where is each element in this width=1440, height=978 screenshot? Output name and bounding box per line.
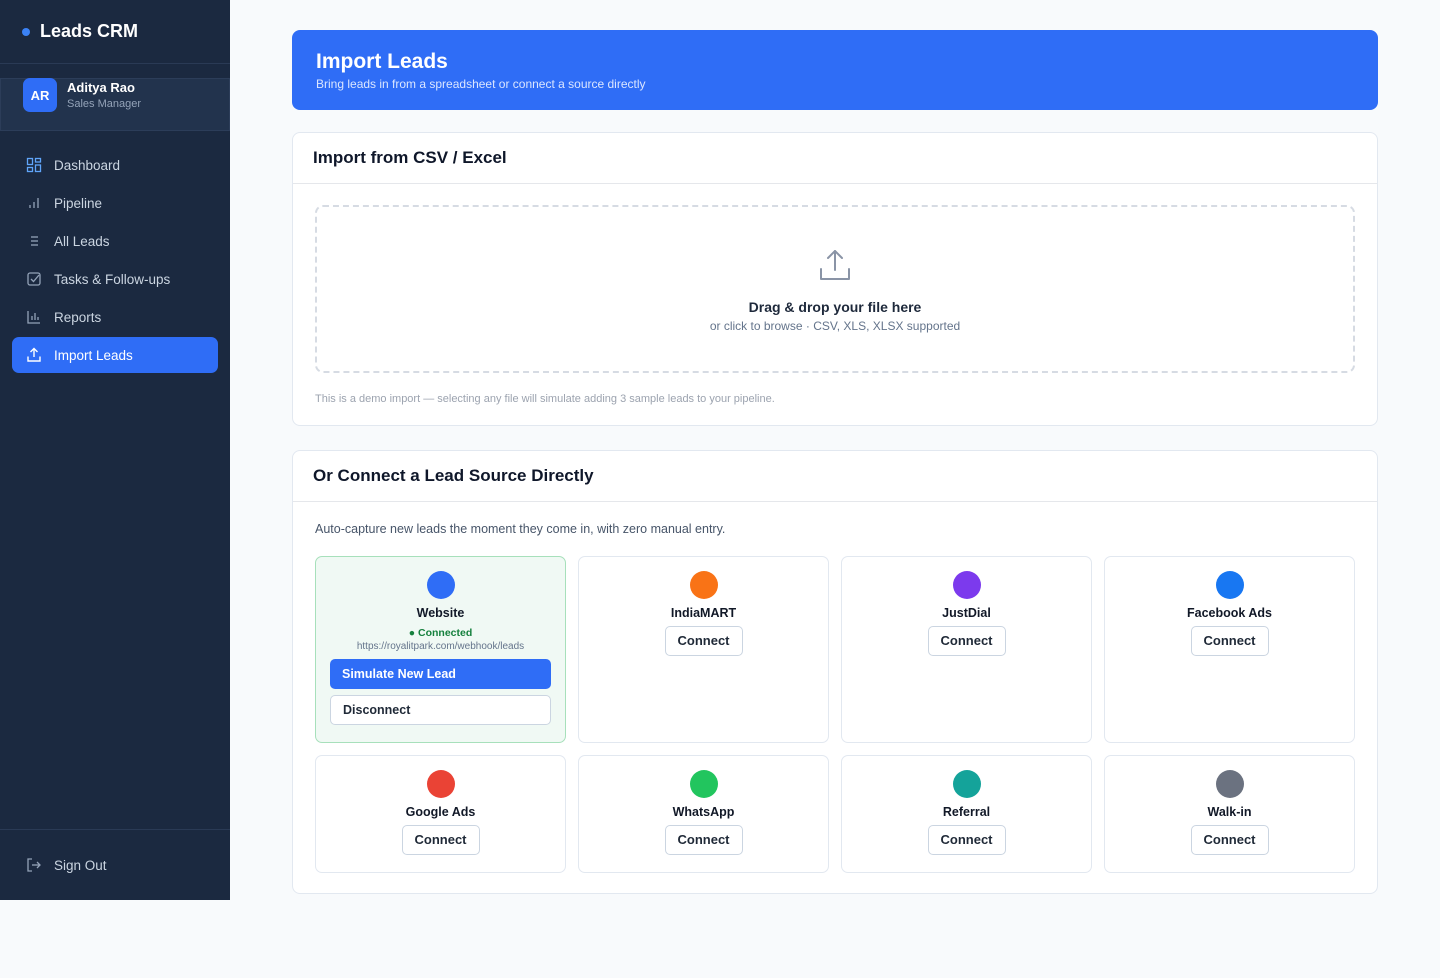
whatsapp-source-icon xyxy=(689,770,718,798)
avatar: AR xyxy=(23,78,57,112)
sidebar-item-label: Reports xyxy=(54,309,102,325)
sidebar-item-label: Pipeline xyxy=(54,195,103,211)
source-name: WhatsApp xyxy=(672,805,735,819)
source-name: Facebook Ads xyxy=(1187,606,1272,620)
user-profile[interactable]: AR Aditya Rao Sales Manager xyxy=(0,78,230,131)
sign-out-label: Sign Out xyxy=(54,857,107,873)
source-name: Walk-in xyxy=(1207,805,1252,819)
indiamart-source-icon xyxy=(689,571,718,599)
page-banner: Import Leads Bring leads in from a sprea… xyxy=(292,30,1378,110)
justdial-source-icon xyxy=(952,571,981,599)
connect-button[interactable]: Connect xyxy=(1190,825,1269,855)
sidebar-item-label: Tasks & Follow-ups xyxy=(54,271,171,287)
sidebar-item-dashboard[interactable]: Dashboard xyxy=(12,147,218,183)
sidebar-item-reports[interactable]: Reports xyxy=(12,299,218,335)
connect-button[interactable]: Connect xyxy=(927,825,1006,855)
connection-status: ● Connected xyxy=(408,627,473,639)
lead-sources-card: Or Connect a Lead Source Directly Auto-c… xyxy=(292,450,1378,894)
file-dropzone[interactable]: Drag & drop your file here or click to b… xyxy=(315,205,1355,373)
source-card-facebook-ads: Facebook Ads Connect xyxy=(1104,556,1355,743)
disconnect-button[interactable]: Disconnect xyxy=(330,695,551,725)
sidebar-item-label: Import Leads xyxy=(54,347,133,363)
referral-source-icon xyxy=(952,770,981,798)
source-card-google-ads: Google Ads Connect xyxy=(315,755,566,873)
sign-out-icon xyxy=(26,857,42,873)
connect-button[interactable]: Connect xyxy=(664,626,743,656)
sign-out-button[interactable]: Sign Out xyxy=(0,829,230,900)
connect-button[interactable]: Connect xyxy=(401,825,480,855)
brand-name: Leads CRM xyxy=(40,21,139,41)
lead-sources-description: Auto-capture new leads the moment they c… xyxy=(315,522,726,536)
source-card-referral: Referral Connect xyxy=(841,755,1092,873)
dropzone-subtitle: or click to browse · CSV, XLS, XLSX supp… xyxy=(709,319,961,333)
brand-dot-icon xyxy=(22,27,30,36)
task-check-icon xyxy=(26,271,42,287)
dashboard-icon xyxy=(26,157,42,173)
bar-chart-icon xyxy=(26,309,42,325)
pipeline-icon xyxy=(26,195,42,211)
sidebar-nav: Dashboard Pipeline All Leads Tasks & Fol… xyxy=(12,147,218,375)
source-card-website: Website ● Connected https://royalitpark.… xyxy=(315,556,566,743)
website-source-icon xyxy=(426,571,455,599)
webhook-url: https://royalitpark.com/webhook/leads xyxy=(356,641,525,652)
source-name: IndiaMART xyxy=(670,606,737,620)
csv-import-card: Import from CSV / Excel Drag & drop your… xyxy=(292,132,1378,426)
simulate-new-lead-button[interactable]: Simulate New Lead xyxy=(330,659,551,689)
sidebar: Leads CRM AR Aditya Rao Sales Manager Da… xyxy=(0,0,230,900)
google-ads-source-icon xyxy=(426,770,455,798)
lead-sources-title: Or Connect a Lead Source Directly xyxy=(293,451,1377,502)
source-name: Google Ads xyxy=(405,805,476,819)
csv-import-title: Import from CSV / Excel xyxy=(293,133,1377,184)
page-title: Import Leads xyxy=(316,50,448,73)
brand: Leads CRM xyxy=(0,0,230,64)
source-card-indiamart: IndiaMART Connect xyxy=(578,556,829,743)
source-name: Website xyxy=(416,606,465,620)
connect-button[interactable]: Connect xyxy=(927,626,1006,656)
source-card-whatsapp: WhatsApp Connect xyxy=(578,755,829,873)
user-name: Aditya Rao xyxy=(67,80,135,95)
source-card-justdial: JustDial Connect xyxy=(841,556,1092,743)
sidebar-item-import-leads[interactable]: Import Leads xyxy=(12,337,218,373)
walk-in-source-icon xyxy=(1215,770,1244,798)
page-subtitle: Bring leads in from a spreadsheet or con… xyxy=(316,77,646,91)
sidebar-item-label: Dashboard xyxy=(54,157,121,173)
sidebar-item-all-leads[interactable]: All Leads xyxy=(12,223,218,259)
sidebar-item-pipeline[interactable]: Pipeline xyxy=(12,185,218,221)
connect-button[interactable]: Connect xyxy=(664,825,743,855)
sidebar-item-tasks[interactable]: Tasks & Follow-ups xyxy=(12,261,218,297)
source-name: JustDial xyxy=(942,606,991,620)
dropzone-title: Drag & drop your file here xyxy=(748,299,922,315)
source-name: Referral xyxy=(942,805,991,819)
sidebar-item-label: All Leads xyxy=(54,233,110,249)
connect-button[interactable]: Connect xyxy=(1190,626,1269,656)
source-card-walk-in: Walk-in Connect xyxy=(1104,755,1355,873)
list-icon xyxy=(26,233,42,249)
user-role: Sales Manager xyxy=(67,98,141,110)
upload-icon xyxy=(26,347,42,363)
facebook-ads-source-icon xyxy=(1215,571,1244,599)
demo-note: This is a demo import — selecting any fi… xyxy=(315,393,775,405)
upload-icon xyxy=(820,250,850,280)
